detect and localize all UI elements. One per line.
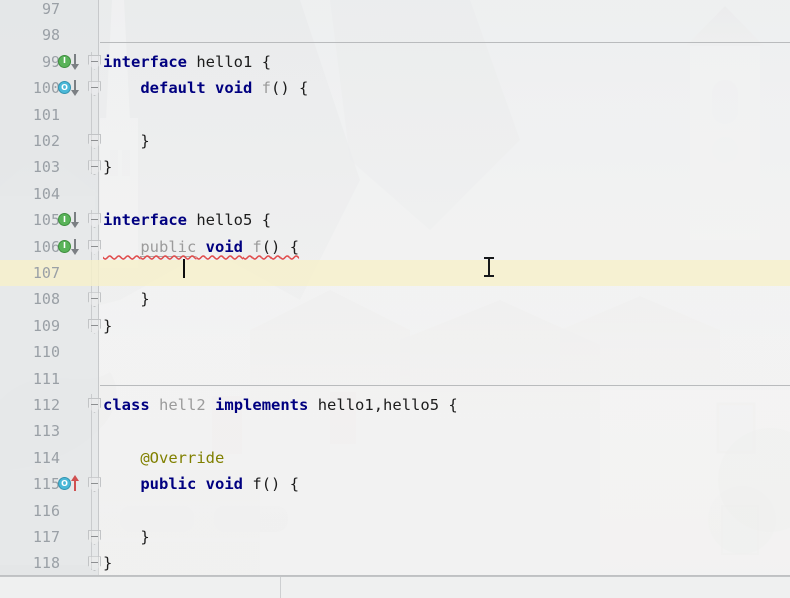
- line-number-99: 99: [41, 52, 60, 71]
- line-number-109: 109: [32, 316, 60, 335]
- code-line-116[interactable]: 116: [0, 498, 790, 524]
- fold-collapse-icon-line-109[interactable]: [88, 318, 101, 334]
- marker-arrow-up-icon: [71, 475, 79, 492]
- code-line-110[interactable]: 110: [0, 339, 790, 365]
- implemented-method-marker-line-106[interactable]: I: [58, 237, 80, 257]
- code-text-106[interactable]: public void f() {: [103, 234, 299, 260]
- text-ibeam-cursor-icon: [484, 257, 494, 277]
- fold-collapse-icon-line-118[interactable]: [88, 556, 101, 572]
- fold-collapse-icon-line-103[interactable]: [88, 160, 101, 176]
- marker-dot: I: [58, 54, 71, 68]
- declaration-separator-2: [100, 385, 790, 386]
- line-number-105: 105: [32, 211, 60, 230]
- code-line-99[interactable]: 99 interface hello1 {: [0, 49, 790, 75]
- code-text-112[interactable]: class hell2 implements hello1,hello5 {: [103, 392, 458, 418]
- fold-collapse-icon-line-117[interactable]: [88, 530, 101, 545]
- marker-arrow-down-icon: [71, 53, 79, 70]
- line-number-115: 115: [32, 475, 60, 494]
- line-number-106: 106: [32, 237, 60, 256]
- code-text-117[interactable]: }: [103, 524, 149, 550]
- line-number-117: 117: [32, 528, 60, 546]
- implemented-by-marker-line-99[interactable]: I: [58, 52, 80, 72]
- line-number-111: 111: [32, 369, 60, 388]
- fold-collapse-icon-line-105[interactable]: [88, 213, 101, 229]
- code-text-115[interactable]: public void f() {: [103, 471, 299, 497]
- code-text-100[interactable]: default void f() {: [103, 75, 308, 101]
- marker-dot: I: [58, 213, 71, 227]
- code-line-111[interactable]: 111: [0, 366, 790, 392]
- code-line-112[interactable]: 112 class hell2 implements hello1,hello5 …: [0, 392, 790, 418]
- code-line-118[interactable]: 118}: [0, 550, 790, 576]
- line-number-108: 108: [32, 290, 60, 309]
- code-text-105[interactable]: interface hello5 {: [103, 207, 271, 233]
- line-number-113: 113: [32, 422, 60, 441]
- line-number-100: 100: [32, 79, 60, 98]
- line-number-104: 104: [32, 184, 60, 203]
- marker-arrow-down-icon: [71, 238, 79, 255]
- code-text-108[interactable]: }: [103, 286, 149, 312]
- line-number-116: 116: [32, 501, 60, 520]
- implemented-by-marker-line-105[interactable]: I: [58, 210, 80, 230]
- code-line-103[interactable]: 103}: [0, 154, 790, 180]
- code-text-103[interactable]: }: [103, 154, 112, 180]
- code-text-114[interactable]: @Override: [103, 445, 224, 471]
- code-line-100[interactable]: 100 default void f() {: [0, 75, 790, 101]
- code-text-102[interactable]: }: [103, 128, 149, 154]
- code-line-115[interactable]: 115 public void f() {: [0, 471, 790, 497]
- code-line-97[interactable]: 97: [0, 0, 790, 22]
- code-line-107[interactable]: 107: [0, 260, 790, 287]
- fold-collapse-icon-line-99[interactable]: [88, 54, 101, 70]
- line-number-97: 97: [41, 0, 60, 18]
- code-text-118[interactable]: }: [103, 550, 112, 576]
- code-line-106[interactable]: 106 public void f() {: [0, 234, 790, 260]
- marker-dot: O: [58, 81, 71, 95]
- line-number-112: 112: [32, 396, 60, 414]
- code-line-113[interactable]: 113: [0, 418, 790, 444]
- declaration-separator-1: [100, 42, 790, 43]
- marker-dot: I: [58, 239, 71, 253]
- marker-arrow-down-icon: [71, 80, 79, 97]
- status-bar-divider: [280, 577, 281, 598]
- code-line-102[interactable]: 102 }: [0, 128, 790, 154]
- overridden-method-marker-line-100[interactable]: O: [58, 78, 80, 98]
- status-bar[interactable]: [0, 576, 790, 598]
- code-text-109[interactable]: }: [103, 313, 112, 339]
- code-line-117[interactable]: 117 }: [0, 524, 790, 550]
- line-number-103: 103: [32, 158, 60, 177]
- marker-dot: O: [58, 477, 71, 491]
- fold-collapse-icon-line-100[interactable]: [88, 81, 101, 97]
- line-number-110: 110: [32, 343, 60, 362]
- line-number-98: 98: [41, 26, 60, 45]
- fold-collapse-icon-line-112[interactable]: [88, 398, 101, 413]
- fold-collapse-icon-line-115[interactable]: [88, 477, 101, 493]
- line-number-101: 101: [32, 105, 60, 124]
- code-line-98[interactable]: 98: [0, 22, 790, 48]
- code-line-101[interactable]: 101: [0, 102, 790, 128]
- line-number-107: 107: [32, 264, 60, 282]
- implementing-method-marker-line-115[interactable]: O: [58, 474, 80, 494]
- code-line-105[interactable]: 105 interface hello5 {: [0, 207, 790, 233]
- fold-collapse-icon-line-106[interactable]: [88, 239, 101, 255]
- code-text-99[interactable]: interface hello1 {: [103, 49, 271, 75]
- marker-arrow-down-icon: [71, 212, 79, 229]
- code-line-114[interactable]: 114 @Override: [0, 445, 790, 471]
- code-editor-window[interactable]: 97 98 99 interface hello1 {100 default void…: [0, 0, 790, 598]
- fold-collapse-icon-line-108[interactable]: [88, 292, 101, 308]
- code-line-108[interactable]: 108 }: [0, 286, 790, 312]
- fold-collapse-icon-line-102[interactable]: [88, 134, 101, 149]
- line-number-114: 114: [32, 448, 60, 467]
- line-number-118: 118: [32, 554, 60, 573]
- code-line-109[interactable]: 109}: [0, 313, 790, 339]
- line-number-102: 102: [32, 132, 60, 150]
- text-caret: [183, 259, 185, 278]
- code-line-104[interactable]: 104: [0, 181, 790, 207]
